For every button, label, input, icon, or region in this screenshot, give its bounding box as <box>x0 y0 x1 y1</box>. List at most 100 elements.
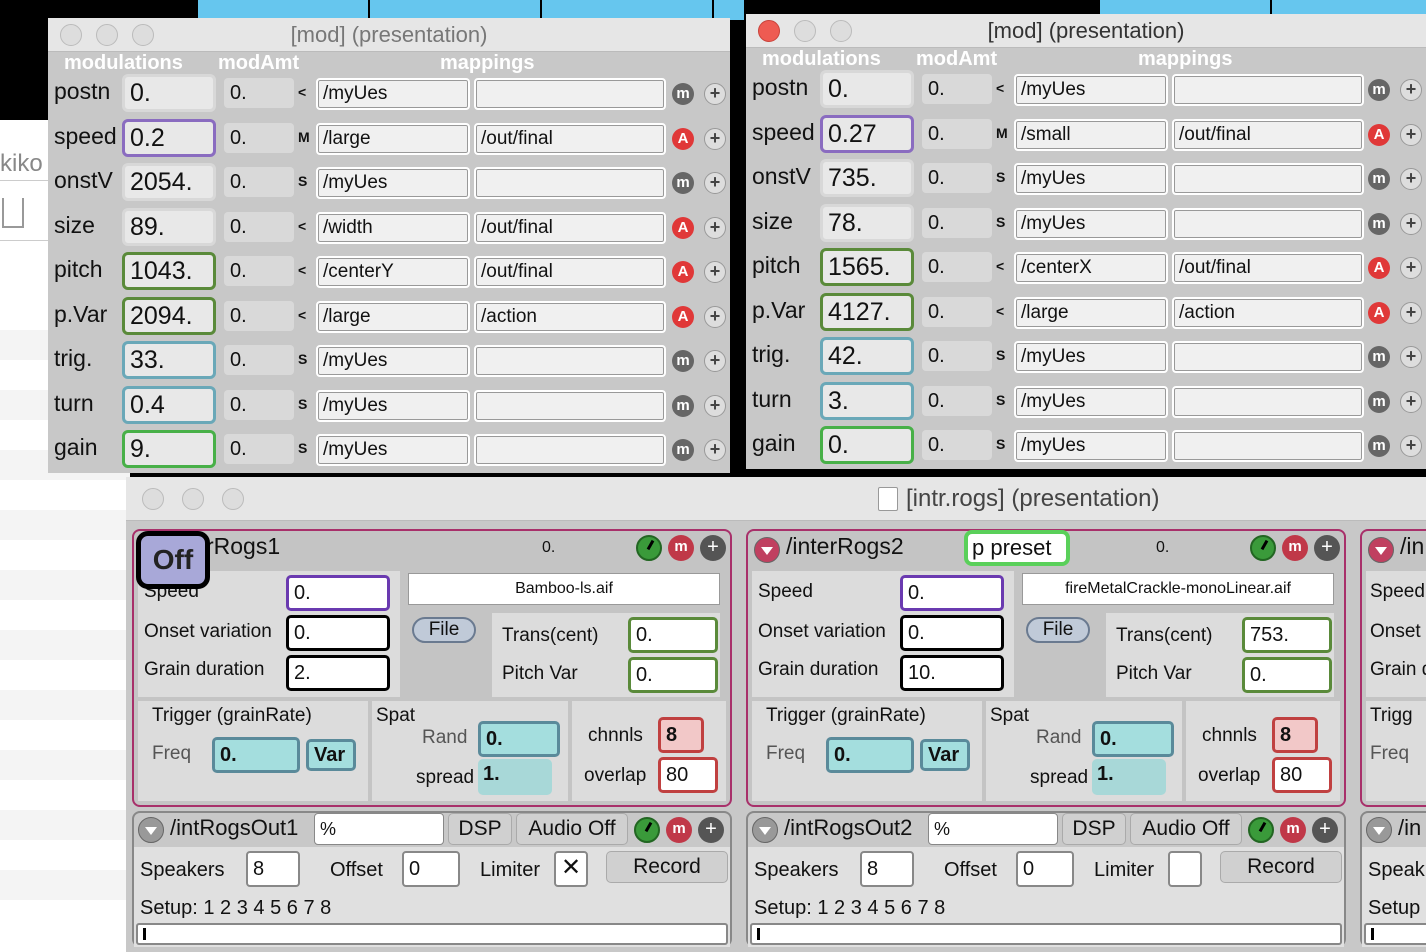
mapping-mode[interactable]: < <box>298 84 306 100</box>
mod-amount[interactable]: 0. <box>224 345 294 375</box>
speed-input[interactable]: 0. <box>286 575 390 611</box>
mod-amount[interactable]: 0. <box>922 252 992 282</box>
mapping-source[interactable]: /centerY <box>316 256 470 288</box>
modulation-value[interactable]: 0. <box>122 74 216 112</box>
mod-amount[interactable]: 0. <box>224 256 294 286</box>
speed-input[interactable]: 0. <box>900 575 1004 611</box>
mod-amount[interactable]: 0. <box>922 385 992 416</box>
mod-amount[interactable]: 0. <box>922 74 992 104</box>
off-button[interactable]: Off <box>136 531 210 589</box>
mod-amount[interactable]: 0. <box>224 211 294 242</box>
freq-input[interactable]: 0. <box>212 737 300 773</box>
file-button[interactable]: File <box>1026 617 1090 643</box>
mapping-target[interactable] <box>474 167 666 199</box>
mute-icon[interactable]: m <box>1368 212 1390 235</box>
modulation-value[interactable]: 3. <box>820 381 914 420</box>
mapping-source[interactable]: /myUes <box>1014 385 1168 418</box>
pitchvar-input[interactable]: 0. <box>628 657 718 693</box>
mapping-mode[interactable]: S <box>996 169 1005 185</box>
mapping-source[interactable]: /myUes <box>1014 430 1168 462</box>
mapping-mode[interactable]: S <box>298 440 307 456</box>
offset-input[interactable]: 0 <box>402 851 460 887</box>
mod-amount[interactable]: 0. <box>922 296 992 327</box>
spread-input[interactable]: 1. <box>1092 759 1166 795</box>
add-icon[interactable]: + <box>700 535 726 561</box>
add-icon[interactable]: + <box>704 305 726 328</box>
close-window-icon[interactable] <box>142 487 164 510</box>
add-icon[interactable]: + <box>704 127 726 150</box>
modulation-value[interactable]: 33. <box>122 341 216 379</box>
modulation-value[interactable]: 735. <box>820 159 914 197</box>
record-button[interactable]: Record <box>606 851 728 883</box>
add-icon[interactable]: + <box>704 350 726 372</box>
mute-icon[interactable]: m <box>1368 346 1390 368</box>
mapping-target[interactable]: /out/final <box>474 122 666 155</box>
mapping-mode[interactable]: S <box>298 173 307 189</box>
output-percent[interactable]: % <box>928 813 1058 845</box>
mute-icon[interactable]: m <box>666 817 692 843</box>
mapping-source[interactable]: /myUes <box>316 78 470 110</box>
mute-icon[interactable]: m <box>672 172 694 194</box>
mapping-source[interactable]: /large <box>1014 296 1168 329</box>
power-icon[interactable] <box>1248 817 1274 843</box>
modulation-value[interactable]: 9. <box>122 430 216 468</box>
modulation-value[interactable]: 89. <box>122 207 216 246</box>
mapping-source[interactable]: /myUes <box>1014 163 1168 195</box>
mod-amount[interactable]: 0. <box>224 167 294 197</box>
mapping-target[interactable]: /action <box>1172 296 1364 329</box>
dsp-button[interactable]: DSP <box>1062 813 1126 845</box>
mapping-source[interactable]: /large <box>316 122 470 155</box>
overlap-input[interactable]: 80 <box>1272 757 1332 793</box>
file-button[interactable]: File <box>412 617 476 643</box>
mapping-mode[interactable]: < <box>298 262 306 278</box>
rand-input[interactable]: 0. <box>1092 721 1174 757</box>
collapse-icon[interactable] <box>1368 537 1394 563</box>
mapping-mode[interactable]: S <box>996 214 1005 230</box>
add-icon[interactable]: + <box>704 172 726 194</box>
mapping-target[interactable] <box>1172 163 1364 195</box>
onset-input[interactable]: 0. <box>286 615 390 651</box>
collapse-icon[interactable] <box>1366 817 1392 843</box>
mute-icon[interactable]: m <box>672 350 694 372</box>
mapping-mode[interactable]: < <box>996 258 1004 274</box>
add-icon[interactable]: + <box>1400 123 1422 146</box>
mute-icon[interactable]: m <box>672 394 694 417</box>
mod-amount[interactable]: 0. <box>224 389 294 420</box>
mute-icon[interactable]: m <box>1368 79 1390 101</box>
mapping-mode[interactable]: M <box>298 129 310 145</box>
mapping-mode[interactable]: < <box>298 307 306 323</box>
mapping-mode[interactable]: S <box>996 347 1005 363</box>
add-icon[interactable]: + <box>1400 390 1422 413</box>
rand-input[interactable]: 0. <box>478 721 560 757</box>
mapping-mode[interactable]: S <box>298 396 307 412</box>
mapping-source[interactable]: /large <box>316 300 470 333</box>
mod-amount[interactable]: 0. <box>224 300 294 331</box>
record-button[interactable]: Record <box>1220 851 1342 883</box>
mute-icon[interactable]: m <box>1368 390 1390 413</box>
grain-input[interactable]: 2. <box>286 655 390 691</box>
power-icon[interactable] <box>634 817 660 843</box>
mapping-source[interactable]: /myUes <box>1014 341 1168 373</box>
dsp-button[interactable]: DSP <box>448 813 512 845</box>
modulation-value[interactable]: 1565. <box>820 248 914 286</box>
mute-icon[interactable]: m <box>1280 817 1306 843</box>
offset-input[interactable]: 0 <box>1016 851 1074 887</box>
add-icon[interactable]: + <box>1400 301 1422 324</box>
zoom-window-icon[interactable] <box>222 487 244 510</box>
add-icon[interactable]: + <box>1400 257 1422 279</box>
mapping-target[interactable] <box>1172 74 1364 106</box>
mapping-source[interactable]: /myUes <box>1014 207 1168 240</box>
collapse-icon[interactable] <box>138 817 164 843</box>
mapping-mode[interactable]: S <box>996 436 1005 452</box>
activate-icon[interactable]: A <box>1368 301 1390 324</box>
chnnls-input[interactable]: 8 <box>658 717 704 753</box>
mapping-mode[interactable]: < <box>996 303 1004 319</box>
mapping-target[interactable] <box>1172 341 1364 373</box>
power-icon[interactable] <box>636 535 662 561</box>
mapping-target[interactable]: /out/final <box>1172 252 1364 284</box>
freq-input[interactable]: 0. <box>826 737 914 773</box>
mapping-mode[interactable]: < <box>996 80 1004 96</box>
mod-amount[interactable]: 0. <box>922 207 992 238</box>
mapping-source[interactable]: /myUes <box>316 345 470 377</box>
mod-amount[interactable]: 0. <box>224 78 294 108</box>
